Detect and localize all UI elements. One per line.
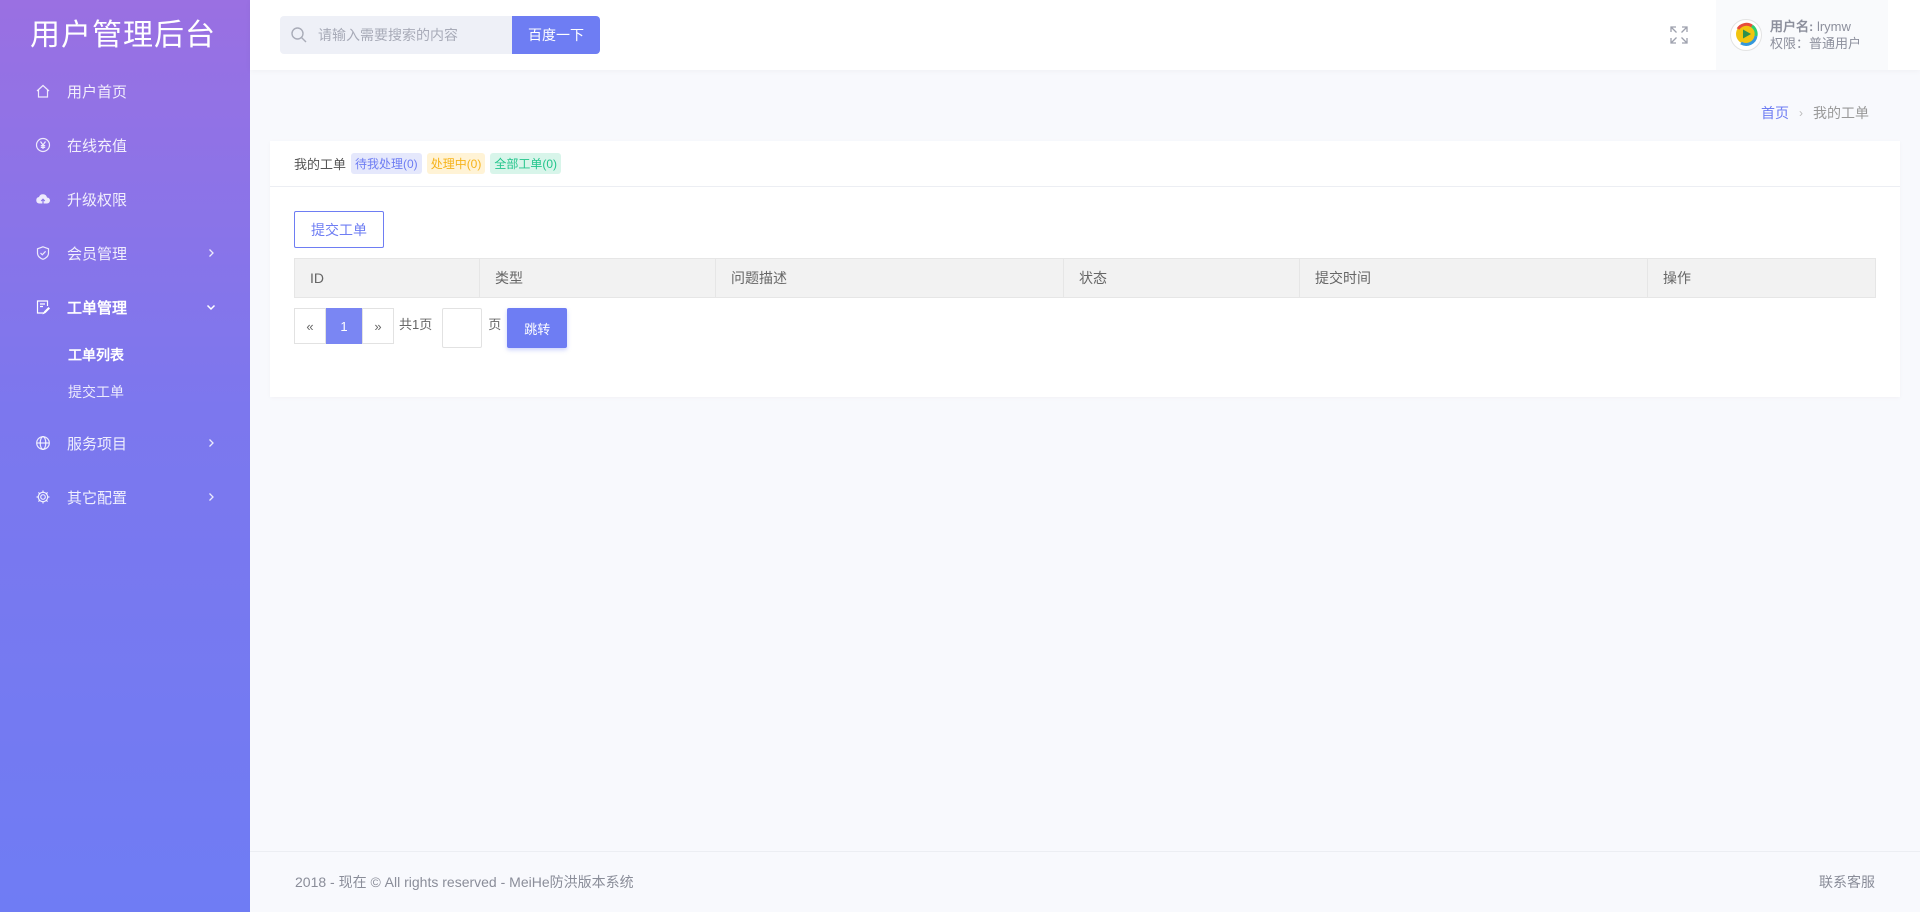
globe-icon	[34, 434, 52, 452]
submenu-item-ticket-list[interactable]: 工单列表	[0, 336, 250, 373]
submit-ticket-button[interactable]: 提交工单	[294, 211, 384, 248]
user-info: 用户名: lrymw 权限：普通用户	[1770, 18, 1861, 52]
top-header: 百度一下 用户名: lrymw 权限：普通用户	[250, 0, 1920, 70]
sidebar-item-other-settings[interactable]: 其它配置	[0, 470, 250, 524]
tag-in-progress[interactable]: 处理中(0)	[426, 153, 486, 174]
pagination-go-button[interactable]: 跳转	[507, 308, 568, 348]
sidebar-item-member-management[interactable]: 会员管理	[0, 226, 250, 280]
sidebar-item-label: 会员管理	[67, 245, 128, 263]
chevron-right-icon	[206, 248, 216, 258]
cloud-upload-icon	[34, 190, 52, 208]
search-bar: 百度一下	[280, 16, 600, 54]
sidebar-item-label: 工单管理	[67, 299, 128, 317]
sidebar-item-label: 升级权限	[67, 191, 128, 209]
pagination-page-current[interactable]: 1	[326, 308, 362, 344]
column-header-submit-time: 提交时间	[1299, 258, 1648, 298]
chevron-right-icon	[206, 492, 216, 502]
pagination-unit: 页	[488, 317, 502, 332]
ticket-edit-icon	[34, 298, 52, 316]
search-icon	[291, 27, 307, 43]
search-button[interactable]: 百度一下	[512, 16, 600, 54]
chevron-down-icon	[206, 302, 216, 312]
sidebar: 用户管理后台 用户首页 在线充值 升级权限 会员管理 工单管理 工单列表 提交工…	[0, 0, 250, 912]
app-title: 用户管理后台	[30, 19, 216, 52]
submenu-item-submit-ticket[interactable]: 提交工单	[0, 373, 250, 410]
tickets-table: ID 类型 问题描述 状态 提交时间 操作	[294, 258, 1876, 298]
sidebar-item-upgrade[interactable]: 升级权限	[0, 172, 250, 226]
sidebar-item-user-home[interactable]: 用户首页	[0, 64, 250, 118]
sidebar-item-label: 用户首页	[67, 83, 128, 101]
sidebar-item-services[interactable]: 服务项目	[0, 416, 250, 470]
fullscreen-icon[interactable]	[1668, 24, 1690, 46]
footer: 2018 - 现在 © All rights reserved - MeiHe防…	[250, 851, 1920, 912]
tag-pending-me[interactable]: 待我处理(0)	[351, 153, 422, 174]
breadcrumb: 首页 › 我的工单	[1761, 103, 1869, 123]
footer-copyright: 2018 - 现在 © All rights reserved - MeiHe防…	[295, 874, 634, 890]
user-name-line: 用户名: lrymw	[1770, 18, 1861, 35]
video-play-icon	[1736, 22, 1758, 46]
column-header-type: 类型	[479, 258, 716, 298]
sidebar-item-label: 其它配置	[67, 489, 128, 507]
breadcrumb-home[interactable]: 首页	[1761, 103, 1789, 123]
contact-support-link[interactable]: 联系客服	[1819, 872, 1875, 892]
search-field-wrapper	[280, 16, 512, 54]
pagination: « 1 » 共1页 页 跳转	[294, 308, 568, 348]
user-name: lrymw	[1816, 19, 1851, 34]
table-header-row: ID 类型 问题描述 状态 提交时间 操作	[294, 258, 1876, 298]
home-icon	[34, 82, 52, 100]
search-input[interactable]	[318, 27, 498, 43]
chevron-right-icon	[206, 438, 216, 448]
yen-icon	[34, 136, 52, 154]
avatar	[1730, 19, 1762, 51]
pagination-prev[interactable]: «	[294, 308, 326, 344]
tag-all-tickets[interactable]: 全部工单(0)	[490, 153, 562, 174]
pagination-total: 共1页	[399, 317, 433, 332]
breadcrumb-separator: ›	[1799, 106, 1803, 120]
tickets-card: 我的工单 待我处理(0) 处理中(0) 全部工单(0) 提交工单 ID 类型 问…	[270, 141, 1900, 397]
sidebar-item-recharge[interactable]: 在线充值	[0, 118, 250, 172]
pagination-page-input[interactable]	[442, 308, 483, 348]
pagination-next[interactable]: »	[362, 308, 394, 344]
card-header: 我的工单 待我处理(0) 处理中(0) 全部工单(0)	[270, 141, 1900, 187]
sidebar-item-label: 服务项目	[67, 435, 128, 453]
sidebar-item-ticket-management[interactable]: 工单管理	[0, 280, 250, 334]
sidebar-submenu-container: 工单列表 提交工单	[0, 334, 250, 416]
sidebar-menu: 用户首页 在线充值 升级权限 会员管理 工单管理 工单列表 提交工单 服务项目 …	[0, 64, 250, 524]
card-title: 我的工单	[294, 157, 347, 172]
shield-icon	[34, 244, 52, 262]
gear-icon	[34, 488, 52, 506]
sidebar-item-label: 在线充值	[67, 137, 128, 155]
sidebar-submenu: 工单列表 提交工单	[0, 334, 250, 416]
column-header-actions: 操作	[1647, 258, 1876, 298]
user-profile[interactable]: 用户名: lrymw 权限：普通用户	[1716, 0, 1888, 70]
column-header-description: 问题描述	[715, 258, 1064, 298]
user-role: 权限：普通用户	[1770, 36, 1862, 51]
column-header-status: 状态	[1063, 258, 1300, 298]
user-name-label: 用户名:	[1770, 19, 1814, 34]
breadcrumb-current: 我的工单	[1813, 105, 1869, 121]
column-header-id: ID	[294, 258, 480, 298]
